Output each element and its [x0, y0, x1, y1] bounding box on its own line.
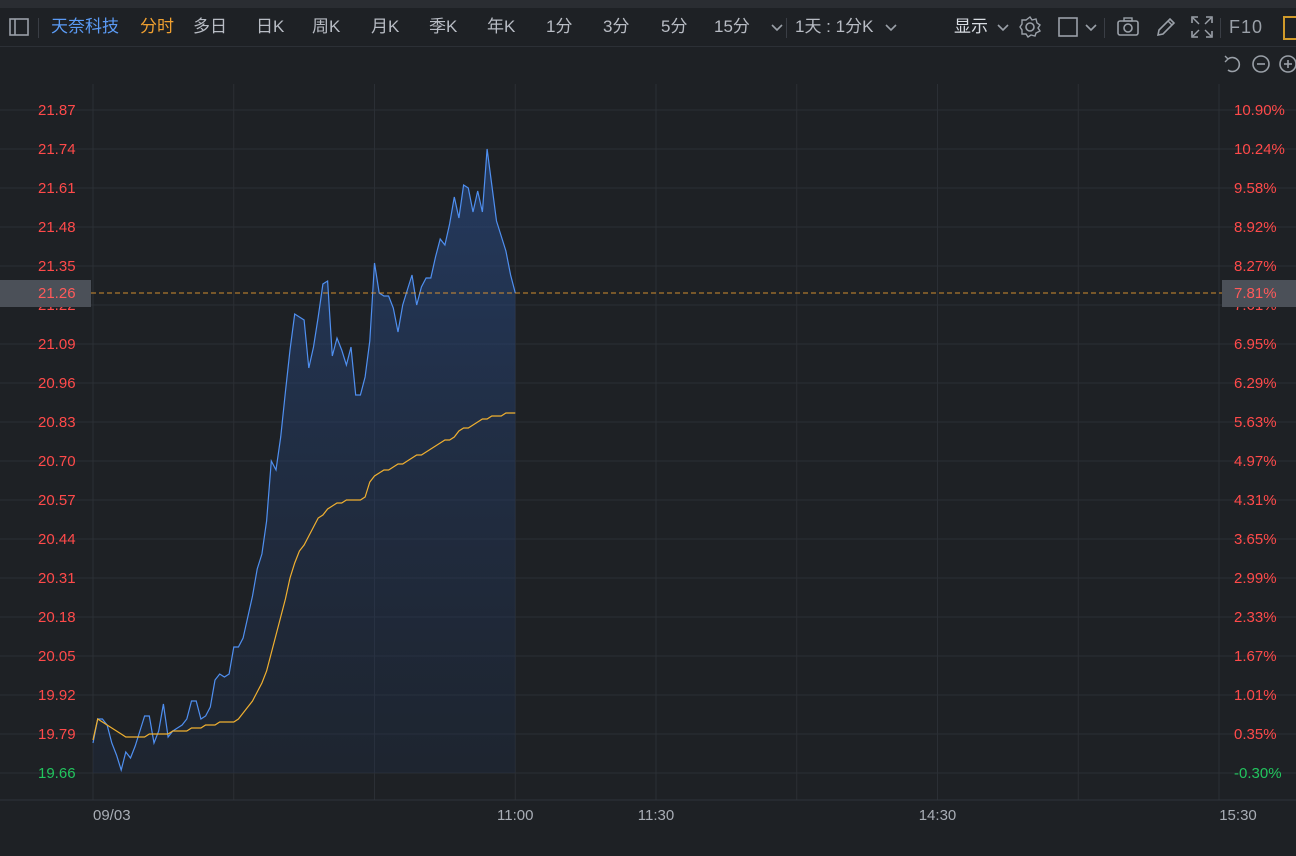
price-axis-label: 19.92 [38, 687, 76, 704]
pct-axis-label: 1.01% [1234, 687, 1277, 704]
side-panel-toggle[interactable] [1283, 16, 1296, 40]
last-price-badge: 21.26 [0, 280, 91, 307]
time-axis-label: 11:00 [497, 807, 533, 824]
price-axis-label: 20.70 [38, 453, 76, 470]
time-axis-label: 11:30 [638, 807, 674, 824]
chevron-down-icon[interactable] [764, 14, 784, 40]
pct-axis-label: 8.92% [1234, 219, 1277, 236]
price-axis-label: 19.66 [38, 765, 76, 782]
price-axis-label: 21.48 [38, 219, 76, 236]
window-top-strip [0, 0, 1296, 8]
tab-3min[interactable]: 3分 [603, 16, 629, 38]
pct-axis-label: 2.99% [1234, 570, 1277, 587]
intraday-chart[interactable]: 21.87 10.90% 21.74 10.24% 21.61 9.58% 21.48 8.9… [0, 80, 1296, 851]
chevron-down-icon[interactable] [990, 14, 1010, 40]
range-selector[interactable]: 1天 : 1分K [795, 16, 873, 38]
tab-5min[interactable]: 5分 [661, 16, 687, 38]
stock-name-label[interactable]: 天奈科技 [51, 16, 119, 38]
sidebar-toggle-icon[interactable] [6, 14, 32, 40]
intraday-chart-area[interactable]: 21.87 10.90% 21.74 10.24% 21.61 9.58% 21.48 8.9… [0, 80, 1296, 851]
toolbar-divider [786, 18, 787, 38]
price-axis-label: 20.57 [38, 492, 76, 509]
price-axis-label: 19.79 [38, 726, 76, 743]
pct-axis-label: 3.65% [1234, 531, 1277, 548]
pct-axis-label: 2.33% [1234, 609, 1277, 626]
undo-icon[interactable] [1222, 53, 1244, 75]
zoom-in-icon[interactable] [1277, 53, 1296, 75]
price-axis-label: 20.05 [38, 648, 76, 665]
tab-15min[interactable]: 15分 [714, 16, 750, 38]
pct-axis-label: 10.90% [1234, 102, 1285, 119]
tab-quarterly-k[interactable]: 季K [429, 16, 457, 38]
price-axis-label: 20.44 [38, 531, 76, 548]
gear-icon[interactable] [1017, 14, 1043, 40]
f10-button[interactable]: F10 [1229, 16, 1263, 38]
pct-axis-label: 0.35% [1234, 726, 1277, 743]
time-axis-label: 15:30 [1219, 807, 1257, 824]
price-axis-label: 21.74 [38, 141, 76, 158]
price-axis-label: 20.31 [38, 570, 76, 587]
toolbar-divider [1220, 18, 1221, 38]
pct-axis-label: 6.29% [1234, 375, 1277, 392]
price-axis-label: 21.87 [38, 102, 76, 119]
display-menu[interactable]: 显示 [954, 16, 988, 38]
chart-toolbar: 天奈科技 分时 多日 日K 周K 月K 季K 年K 1分 3分 5分 15分 1… [0, 8, 1296, 47]
pct-axis-label: 1.67% [1234, 648, 1277, 665]
chevron-down-icon[interactable] [878, 14, 898, 40]
last-pct-badge: 7.81% [1222, 280, 1296, 307]
camera-icon[interactable] [1115, 14, 1141, 40]
tab-monthly-k[interactable]: 月K [371, 16, 399, 38]
pct-axis-label: 6.95% [1234, 336, 1277, 353]
pct-axis-label: 9.58% [1234, 180, 1277, 197]
tab-1min[interactable]: 1分 [546, 16, 572, 38]
pct-axis-label: -0.30% [1234, 765, 1282, 782]
last-pct-value: 7.81% [1234, 285, 1277, 302]
pct-axis-label: 10.24% [1234, 141, 1285, 158]
time-axis-label: 14:30 [919, 807, 957, 824]
tab-yearly-k[interactable]: 年K [487, 16, 515, 38]
toolbar-divider [1104, 18, 1105, 38]
tab-weekly-k[interactable]: 周K [312, 16, 340, 38]
price-axis-label: 21.09 [38, 336, 76, 353]
tab-daily-k[interactable]: 日K [256, 16, 284, 38]
pct-axis-label: 4.31% [1234, 492, 1277, 509]
chevron-down-icon[interactable] [1078, 14, 1098, 40]
tab-intraday[interactable]: 分时 [140, 16, 174, 38]
toolbar-divider [38, 18, 39, 38]
last-price-value: 21.26 [38, 285, 76, 302]
price-axis-label: 21.61 [38, 180, 76, 197]
tab-multi-day[interactable]: 多日 [193, 16, 227, 38]
zoom-out-icon[interactable] [1250, 53, 1272, 75]
price-axis-label: 20.18 [38, 609, 76, 626]
time-axis-label: 09/03 [93, 807, 131, 824]
pct-axis-label: 4.97% [1234, 453, 1277, 470]
price-axis-label: 21.35 [38, 258, 76, 275]
pct-axis-label: 8.27% [1234, 258, 1277, 275]
price-axis-label: 20.83 [38, 414, 76, 431]
fullscreen-icon[interactable] [1189, 14, 1215, 40]
pct-axis-label: 5.63% [1234, 414, 1277, 431]
pencil-icon[interactable] [1153, 14, 1179, 40]
price-axis-label: 20.96 [38, 375, 76, 392]
